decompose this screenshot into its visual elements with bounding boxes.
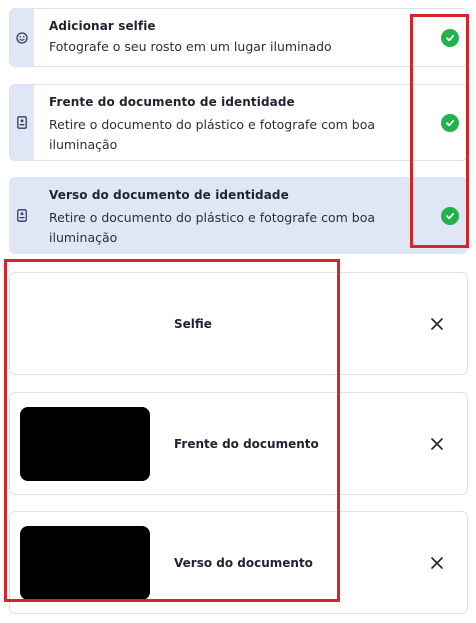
close-icon[interactable] [429,316,445,332]
step-side [10,9,34,66]
highlight-box-checks [410,14,469,248]
step-title: Verso do documento de identidade [49,188,289,202]
step-description: Retire o documento do plástico e fotogra… [49,210,376,245]
close-icon[interactable] [429,436,445,452]
id-card-icon [17,209,27,222]
step-document-front[interactable]: Frente do documento de identidade Retire… [9,84,468,161]
smiley-icon [16,31,28,44]
step-document-back[interactable]: Verso do documento de identidade Retire … [9,177,468,254]
id-card-icon [17,116,27,129]
highlight-box-uploads [4,259,340,602]
close-icon[interactable] [429,555,445,571]
step-description: Fotografe o seu rosto em um lugar ilumin… [49,39,332,54]
step-description: Retire o documento do plástico e fotogra… [49,117,376,152]
step-side [10,85,34,160]
step-title: Frente do documento de identidade [49,95,295,109]
step-title: Adicionar selfie [49,19,156,33]
step-selfie[interactable]: Adicionar selfie Fotografe o seu rosto e… [9,8,468,67]
step-side [10,178,34,253]
